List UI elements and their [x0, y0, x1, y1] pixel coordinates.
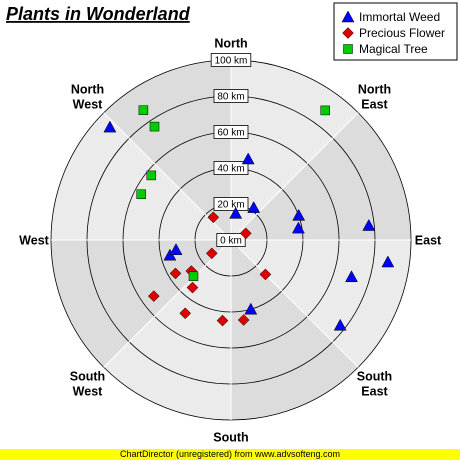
- magical-tree-point: [138, 105, 149, 115]
- direction-label: North: [214, 37, 247, 51]
- magical-tree-point: [149, 121, 160, 132]
- legend-immortal-weed-label: Immortal Weed: [359, 10, 440, 24]
- legend: Immortal Weed Precious Flower Magical Tree: [333, 2, 458, 61]
- tick-label: 60 km: [217, 128, 244, 139]
- magical-tree-point: [188, 271, 199, 282]
- legend-magical-tree-label: Magical Tree: [359, 42, 428, 56]
- direction-label: North East: [358, 83, 391, 112]
- direction-label: South West: [70, 370, 105, 399]
- chart-title: Plants in Wonderland: [6, 4, 191, 24]
- direction-label: South: [213, 431, 248, 445]
- direction-label: South East: [357, 370, 392, 399]
- tick-label: 20 km: [217, 200, 244, 211]
- tick-label: 80 km: [217, 92, 244, 103]
- tick-label: 0 km: [220, 236, 242, 247]
- legend-precious-flower-label: Precious Flower: [359, 26, 445, 40]
- magical-tree-point: [320, 105, 330, 116]
- direction-label: North West: [71, 83, 104, 112]
- direction-label: East: [415, 234, 442, 248]
- footer-credit: ChartDirector (unregistered) from www.ad…: [0, 449, 460, 460]
- tick-label: 100 km: [215, 56, 248, 67]
- magical-tree-point: [146, 170, 157, 181]
- tick-label: 40 km: [217, 164, 244, 175]
- direction-label: West: [19, 234, 49, 248]
- polar-chart: Plants in Wonderland 0 km 20 km 40 km 60 km…: [6, 2, 458, 445]
- legend-magical-tree-marker: [343, 44, 353, 54]
- magical-tree-point: [136, 189, 146, 199]
